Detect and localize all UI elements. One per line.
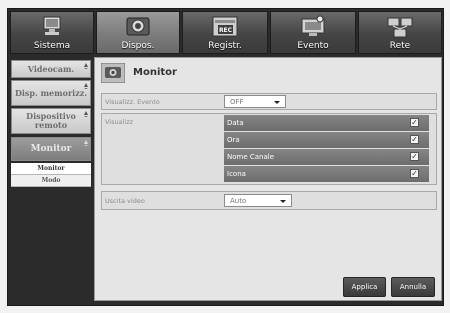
display-options-group: Visualizz Data ✓ Ora ✓ Nome Canale ✓ Ico… <box>101 113 437 185</box>
nome-canale-checkbox[interactable]: ✓ <box>410 152 419 161</box>
video-output-select[interactable]: Auto <box>224 194 292 207</box>
chevron-down-icon <box>274 101 280 104</box>
display-options-label: Visualizz <box>105 118 134 126</box>
sidebar-item-disp-memorizz[interactable]: Disp. memorizz. <box>11 80 91 106</box>
event-display-label: Visualizz. Evento <box>105 98 160 106</box>
video-output-value: Auto <box>230 197 247 205</box>
monitor-camera-icon <box>101 63 125 83</box>
tab-label: Rete <box>389 41 411 51</box>
main-tabs: Sistema Dispos. REC Registr. Evento Rete <box>8 9 445 56</box>
tab-registr[interactable]: REC Registr. <box>182 11 268 54</box>
display-options-list: Data ✓ Ora ✓ Nome Canale ✓ Icona ✓ <box>224 114 429 184</box>
event-display-value: OFF <box>230 98 244 106</box>
icona-checkbox[interactable]: ✓ <box>410 169 419 178</box>
cancel-button[interactable]: Annulla <box>391 277 435 297</box>
sidebar-subitem-modo[interactable]: Modo <box>11 175 91 187</box>
sidebar-item-monitor[interactable]: Monitor <box>11 137 91 161</box>
monitor-panel: Monitor Visualizz. Evento OFF Visualizz … <box>94 57 442 301</box>
tab-label: Dispos. <box>121 41 155 51</box>
event-display-row: Visualizz. Evento OFF <box>101 93 437 110</box>
data-checkbox[interactable]: ✓ <box>410 118 419 127</box>
monitor-icon <box>43 16 61 35</box>
svg-text:REC: REC <box>219 27 233 34</box>
network-icon <box>387 17 413 38</box>
event-display-select[interactable]: OFF <box>224 95 286 108</box>
event-icon <box>301 15 325 36</box>
toggle-arrow-icon <box>84 140 88 146</box>
sidebar-item-label: Videocam. <box>27 63 75 74</box>
display-option-ora: Ora ✓ <box>224 132 429 149</box>
sidebar-item-label: Dispositivo remoto <box>26 111 76 130</box>
toggle-arrow-icon <box>84 83 88 89</box>
tab-label: Evento <box>297 41 329 51</box>
chevron-down-icon <box>280 200 286 203</box>
option-label: Icona <box>227 170 246 178</box>
ora-checkbox[interactable]: ✓ <box>410 135 419 144</box>
tab-rete[interactable]: Rete <box>358 11 442 54</box>
sidebar-subitem-monitor[interactable]: Monitor <box>11 163 91 175</box>
tab-sistema[interactable]: Sistema <box>10 11 94 54</box>
apply-button[interactable]: Applica <box>343 277 386 297</box>
rec-icon: REC <box>212 16 238 37</box>
display-option-icona: Icona ✓ <box>224 166 429 183</box>
dvr-menu-window: Sistema Dispos. REC Registr. Evento Rete… <box>7 8 444 306</box>
option-label: Data <box>227 119 244 127</box>
tab-dispos[interactable]: Dispos. <box>96 11 180 54</box>
sidebar-item-label: Disp. memorizz. <box>14 87 88 98</box>
video-output-label: Uscita video <box>105 197 145 205</box>
camera-icon <box>126 17 150 36</box>
sidebar-item-dispositivo-remoto[interactable]: Dispositivo remoto <box>11 108 91 134</box>
option-label: Ora <box>227 136 240 144</box>
sidebar: Videocam. Disp. memorizz. Dispositivo re… <box>11 57 91 301</box>
display-option-data: Data ✓ <box>224 115 429 132</box>
sidebar-item-label: Monitor <box>30 143 72 154</box>
video-output-row: Uscita video Auto <box>101 191 437 210</box>
option-label: Nome Canale <box>227 153 275 161</box>
display-option-nome-canale: Nome Canale ✓ <box>224 149 429 166</box>
toggle-arrow-icon <box>84 111 88 117</box>
sidebar-item-videocam[interactable]: Videocam. <box>11 60 91 78</box>
toggle-arrow-icon <box>84 63 88 69</box>
tab-label: Sistema <box>33 41 71 51</box>
tab-label: Registr. <box>208 41 242 51</box>
page-title: Monitor <box>133 67 177 78</box>
tab-evento[interactable]: Evento <box>270 11 356 54</box>
